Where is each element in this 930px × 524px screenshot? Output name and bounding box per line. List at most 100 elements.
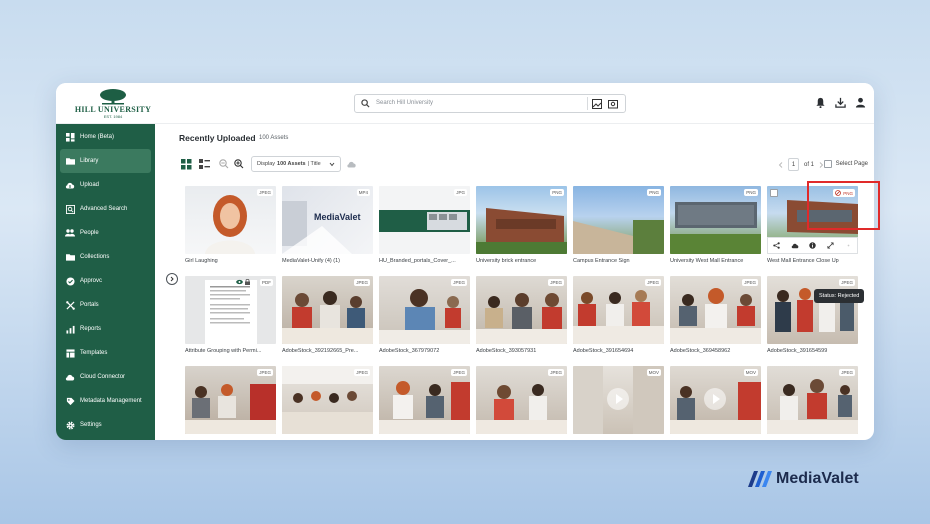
asset-thumbnail[interactable]: PNG	[573, 186, 664, 254]
zoom-in-icon[interactable]	[234, 159, 244, 169]
asset-title[interactable]: AdobeStock_393057931	[476, 348, 567, 354]
asset-thumbnail[interactable]: MOV	[573, 366, 664, 434]
asset-tile[interactable]: JPEG AdobeStock_367979072	[379, 276, 470, 354]
asset-tile[interactable]: MOV	[670, 366, 761, 434]
list-view-icon[interactable]	[199, 159, 210, 170]
zoom-out-icon[interactable]	[219, 159, 229, 169]
asset-tile[interactable]: JPEG	[767, 366, 858, 434]
asset-thumbnail[interactable]: MOV	[670, 366, 761, 434]
chevron-left-icon[interactable]	[778, 161, 783, 168]
asset-title[interactable]: Girl Laughing	[185, 258, 276, 264]
asset-title[interactable]: HU_Branded_portals_Cover_...	[379, 258, 470, 264]
cloud-download-icon[interactable]	[791, 242, 799, 249]
asset-title[interactable]: Attribute Grouping with Permi...	[185, 348, 276, 354]
sidebar-item-cloud-connector[interactable]: Cloud Connector	[56, 365, 155, 389]
search-bar[interactable]: Search Hill University	[354, 94, 626, 113]
students-laughing-photo	[670, 288, 761, 344]
asset-tile[interactable]: PDF Attribute Grouping with Permi...	[185, 276, 276, 354]
asset-title[interactable]: AdobeStock_392192665_Pre...	[282, 348, 373, 354]
asset-title[interactable]: AdobeStock_369458962	[670, 348, 761, 354]
asset-tile[interactable]: JPEG	[476, 366, 567, 434]
asset-tile[interactable]: JPG HU_Branded_portals_Cover_...	[379, 186, 470, 264]
app-window: HILL UNIVERSITY EST. 1984 Search Hill Un…	[56, 83, 874, 440]
asset-thumbnail[interactable]: JPEG	[282, 276, 373, 344]
more-icon[interactable]	[845, 242, 852, 249]
asset-thumbnail[interactable]: PNG	[670, 186, 761, 254]
play-icon[interactable]	[704, 388, 726, 410]
sidebar-item-upload[interactable]: Upload	[56, 173, 155, 197]
asset-thumbnail[interactable]: MediaValet MP4	[282, 186, 373, 254]
asset-tile[interactable]: JPEG Girl Laughing	[185, 186, 276, 264]
asset-tile[interactable]: JPEG AdobeStock_391654694	[573, 276, 664, 354]
asset-tile[interactable]: PNG Campus Entrance Sign	[573, 186, 664, 264]
asset-title[interactable]: AdobeStock_391654694	[573, 348, 664, 354]
user-icon[interactable]	[855, 97, 866, 108]
asset-thumbnail[interactable]: JPG	[379, 186, 470, 254]
sidebar-item-people[interactable]: People	[56, 221, 155, 245]
asset-thumbnail[interactable]: PNG	[476, 186, 567, 254]
sidebar-item-templates[interactable]: Templates	[56, 341, 155, 365]
asset-tile[interactable]: JPEG	[282, 366, 373, 434]
info-icon[interactable]	[809, 242, 817, 249]
asset-title[interactable]: University brick entrance	[476, 258, 567, 264]
sidebar-item-advanced-search[interactable]: Advanced Search	[56, 197, 155, 221]
search-input[interactable]: Search Hill University	[376, 100, 433, 106]
cloud-sync-icon[interactable]	[346, 160, 357, 168]
asset-title[interactable]: University West Mall Entrance	[670, 258, 761, 264]
asset-tile[interactable]: MediaValet MP4 MediaValet-Unify (4) (1)	[282, 186, 373, 264]
sidebar-item-label: Approvc	[80, 278, 103, 284]
sidebar-item-portals[interactable]: Portals	[56, 293, 155, 317]
asset-select-checkbox[interactable]	[770, 189, 778, 197]
asset-tile[interactable]: JPEG AdobeStock_391654599	[767, 276, 858, 354]
asset-tile[interactable]: PNG University West Mall Entrance	[670, 186, 761, 264]
asset-thumbnail[interactable]: JPEG	[476, 276, 567, 344]
sidebar-item-library[interactable]: Library	[60, 149, 151, 173]
asset-tile[interactable]: MOV	[573, 366, 664, 434]
asset-tile[interactable]: PNG University brick entrance	[476, 186, 567, 264]
asset-tile[interactable]: JPEG AdobeStock_393057931	[476, 276, 567, 354]
grid-view-icon[interactable]	[181, 159, 192, 170]
expand-icon[interactable]	[827, 242, 834, 249]
asset-tile[interactable]: JPEG AdobeStock_392192665_Pre...	[282, 276, 373, 354]
lecture-hall-photo	[282, 366, 373, 434]
download-icon[interactable]	[835, 97, 846, 108]
select-page-checkbox[interactable]	[823, 160, 832, 168]
share-icon[interactable]	[773, 242, 781, 249]
page-number-input[interactable]: 1	[787, 158, 799, 171]
asset-thumbnail[interactable]: JPEG	[185, 186, 276, 254]
pagination: 1 of 1	[778, 158, 824, 171]
image-search-icon[interactable]	[592, 99, 602, 109]
asset-tile[interactable]: JPEG	[185, 366, 276, 434]
university-logo[interactable]: HILL UNIVERSITY EST. 1984	[70, 87, 156, 123]
display-dropdown[interactable]: Display 100 Assets | Title	[251, 156, 341, 172]
asset-title[interactable]: AdobeStock_367979072	[379, 348, 470, 354]
sidebar-item-label: People	[80, 230, 99, 236]
asset-thumbnail[interactable]: JPEG	[670, 276, 761, 344]
sidebar-item-approval[interactable]: Approvc	[56, 269, 155, 293]
asset-thumbnail[interactable]: JPEG	[476, 366, 567, 434]
sidebar-item-label: Upload	[80, 182, 100, 188]
asset-thumbnail[interactable]: JPEG	[379, 276, 470, 344]
sidebar-item-home[interactable]: Home (Beta)	[56, 125, 155, 149]
asset-thumbnail[interactable]: JPEG	[767, 366, 858, 434]
asset-thumbnail[interactable]: PDF	[185, 276, 276, 344]
asset-thumbnail[interactable]: JPEG	[767, 276, 858, 344]
asset-tile[interactable]: JPEG AdobeStock_369458962	[670, 276, 761, 354]
sidebar-item-reports[interactable]: Reports	[56, 317, 155, 341]
asset-title[interactable]: MediaValet-Unify (4) (1)	[282, 258, 373, 264]
asset-thumbnail[interactable]: JPEG	[185, 366, 276, 434]
asset-tile[interactable]: JPEG	[379, 366, 470, 434]
play-icon[interactable]	[607, 388, 629, 410]
asset-title[interactable]: Campus Entrance Sign	[573, 258, 664, 264]
sidebar-item-settings[interactable]: Settings	[56, 413, 155, 437]
asset-thumbnail[interactable]: JPEG	[573, 276, 664, 344]
asset-thumbnail[interactable]: JPEG	[282, 366, 373, 434]
asset-title[interactable]: AdobeStock_391654599	[767, 348, 858, 354]
sidebar-item-collections[interactable]: Collections	[56, 245, 155, 269]
bell-icon[interactable]	[815, 97, 826, 108]
asset-thumbnail[interactable]: JPEG	[379, 366, 470, 434]
visual-search-icon[interactable]	[608, 99, 618, 109]
asset-title[interactable]: West Mall Entrance Close Up	[767, 258, 858, 264]
sidebar-item-metadata-management[interactable]: Metadata Management	[56, 389, 155, 413]
select-page[interactable]: Select Page	[823, 160, 868, 168]
